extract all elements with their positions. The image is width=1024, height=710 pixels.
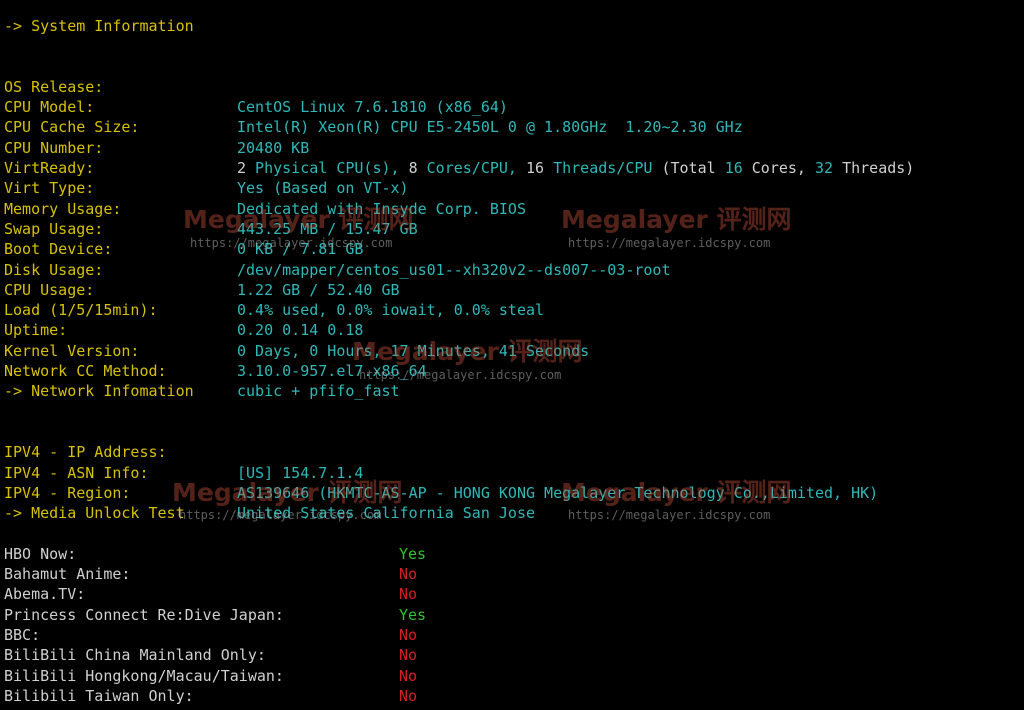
media-unlock-row: BBC: No — [4, 625, 1020, 645]
cpu-usage-row: CPU Usage: 0.4% used, 0.0% iowait, 0.0% … — [4, 260, 1020, 319]
media-unlock-status: No — [399, 565, 418, 584]
media-service-label: Bilibili Taiwan Only: — [4, 686, 194, 705]
media-unlock-status: No — [399, 686, 418, 705]
media-unlock-status: Yes — [399, 544, 427, 563]
os-release-row: OS Release: CentOS Linux 7.6.1810 (x86_6… — [4, 57, 1020, 116]
media-service-label: BiliBili China Mainland Only: — [4, 646, 266, 665]
media-unlock-status: Yes — [399, 605, 427, 624]
watermark-brand: Megalayer 评测网 — [352, 337, 583, 366]
system-info-header: -> System Information — [4, 17, 194, 35]
media-unlock-header: -> Media Unlock Test — [4, 504, 185, 523]
region-row: IPV4 - Region: United States California … — [4, 463, 1020, 522]
watermark-url: https://megalayer.idcspy.com — [568, 236, 771, 250]
media-unlock-row: Bilibili Taiwan Only: No — [4, 686, 1020, 706]
watermark-url: https://megalayer.idcspy.com — [568, 508, 771, 522]
media-unlock-status: No — [399, 585, 418, 604]
media-unlock-row: Bahamut Anime: No — [4, 564, 1020, 584]
row-label: Network CC Method: — [4, 362, 167, 381]
cpu-number-row: CPU Number: 2 Physical CPU(s), 8 Cores/C… — [4, 117, 1020, 177]
memory-usage-row: Memory Usage: 443.25 MB / 15.47 GB — [4, 178, 1020, 238]
disk-usage-row: Disk Usage: 1.22 GB / 52.40 GB — [4, 239, 1020, 299]
watermark-url: https://megalayer.idcspy.com — [359, 368, 562, 382]
uptime-row: Uptime: 0 Days, 0 Hours, 17 Minutes, 41 … — [4, 300, 1020, 359]
media-unlock-status: No — [399, 646, 418, 665]
media-unlock-row: Princess Connect Re:Dive Japan: Yes — [4, 605, 1020, 625]
network-info-header: -> Network Infomation — [4, 382, 194, 401]
media-unlock-row: BiliBili Hongkong/Macau/Taiwan: No — [4, 666, 1020, 686]
media-service-label: BiliBili Hongkong/Macau/Taiwan: — [4, 666, 284, 685]
asn-info-row: IPV4 - ASN Info: AS139646 (HKMTC-AS-AP -… — [4, 442, 1020, 502]
media-unlock-list: HBO Now: Yes Bahamut Anime: No Abema.TV: No Pr… — [4, 544, 1020, 706]
media-service-label: Bahamut Anime: — [4, 565, 131, 584]
media-unlock-row: HBO Now: Yes — [4, 544, 1020, 564]
media-unlock-row: BiliBili China Mainland Only: No — [4, 645, 1020, 665]
watermark-url: https://megalayer.idcspy.com — [179, 508, 382, 522]
media-service-label: Princess Connect Re:Dive Japan: — [4, 605, 284, 624]
load-row: Load (1/5/15min): 0.20 0.14 0.18 — [4, 280, 1020, 339]
swap-usage-row: Swap Usage: 0 KB / 7.81 GB — [4, 199, 1020, 258]
watermark-brand: Megalayer 评测网 — [561, 205, 792, 234]
cpu-cache-row: CPU Cache Size: 20480 KB — [4, 97, 1020, 156]
watermark-url: https://megalayer.idcspy.com — [190, 236, 393, 250]
media-service-label: Abema.TV: — [4, 585, 86, 604]
media-service-label: HBO Now: — [4, 544, 77, 563]
row-label: IPV4 - Region: — [4, 483, 131, 502]
ip-address-row: IPV4 - IP Address: [US] 154.7.1.4 — [4, 422, 1020, 481]
virt-type-row: Virt Type: Dedicated with Insyde Corp. B… — [4, 158, 1020, 217]
watermark-brand: Megalayer 评测网 — [561, 478, 792, 507]
media-unlock-status: No — [399, 625, 418, 644]
boot-device-row: Boot Device: /dev/mapper/centos_us01--xh… — [4, 219, 1020, 278]
media-service-label: BBC: — [4, 625, 41, 644]
cpu-model-row: CPU Model: Intel(R) Xeon(R) CPU E5-2450L… — [4, 77, 1020, 136]
watermark-brand: Megalayer 评测网 — [183, 205, 414, 234]
media-unlock-status: No — [399, 666, 418, 685]
watermark-brand: Megalayer 评测网 — [172, 478, 403, 507]
virt-ready-row: VirtReady: Yes (Based on VT-x) — [4, 138, 1020, 197]
media-unlock-row: Abema.TV: No — [4, 584, 1020, 604]
